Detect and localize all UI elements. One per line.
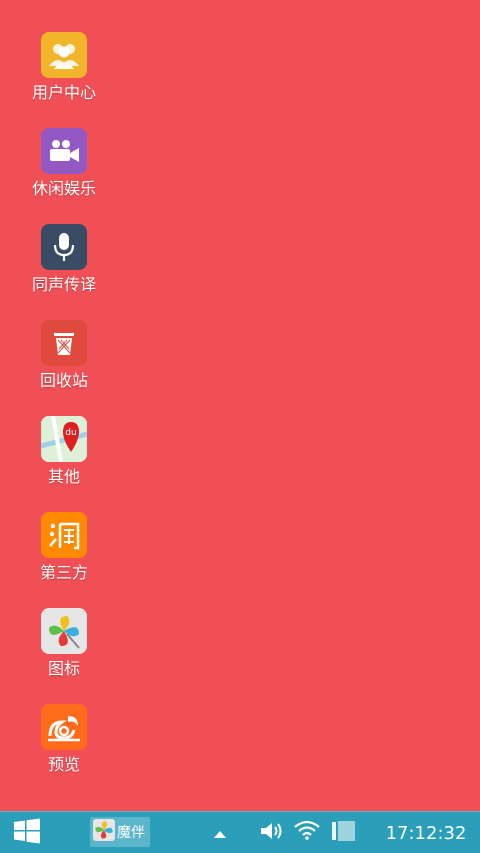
desktop-icon-leisure[interactable]: 休闲娱乐 — [16, 128, 112, 198]
desktop-icon-interpretation[interactable]: 同声传译 — [16, 224, 112, 294]
map-pin-icon: du — [41, 416, 87, 462]
trash-icon — [41, 320, 87, 366]
taskbar-clock[interactable]: 17:12:32 — [384, 821, 468, 845]
taobao-icon — [41, 512, 87, 558]
desktop-icon-preview[interactable]: 预览 — [16, 704, 112, 774]
chevron-up-icon — [214, 823, 226, 842]
desktop-icon-label: 用户中心 — [31, 83, 96, 102]
desktop-icon-icons[interactable]: 图标 — [16, 608, 112, 678]
desktop-icon-other[interactable]: du 其他 — [16, 416, 112, 486]
desktop: 用户中心 休闲娱乐 同声传译 回收站 du 其他 第三方 图标 预览 — [0, 0, 480, 811]
tray-expand-button[interactable] — [210, 822, 230, 842]
video-camera-icon — [41, 128, 87, 174]
wifi-icon — [294, 820, 320, 844]
desktop-icon-label: 其他 — [47, 467, 80, 486]
user-group-icon — [41, 32, 87, 78]
desktop-icon-label: 同声传译 — [31, 275, 96, 294]
taskbar-app-button[interactable]: 魔伴 — [90, 817, 150, 847]
desktop-icon-label: 图标 — [47, 659, 80, 678]
svg-text:du: du — [65, 428, 76, 438]
battery-icon — [331, 820, 357, 846]
desktop-icon-user-center[interactable]: 用户中心 — [16, 32, 112, 102]
start-button[interactable] — [12, 818, 42, 848]
uc-browser-icon — [41, 704, 87, 750]
desktop-icon-third-party[interactable]: 第三方 — [16, 512, 112, 582]
battery-button[interactable] — [330, 821, 358, 845]
wifi-button[interactable] — [294, 820, 320, 844]
desktop-icon-label: 回收站 — [39, 371, 88, 390]
pinwheel-icon — [41, 608, 87, 654]
volume-icon — [259, 821, 285, 845]
microphone-icon — [41, 224, 87, 270]
pinwheel-icon — [93, 819, 115, 845]
desktop-icon-recycle-bin[interactable]: 回收站 — [16, 320, 112, 390]
volume-button[interactable] — [258, 821, 286, 845]
taskbar: 魔伴 17:12:32 — [0, 811, 480, 853]
taskbar-app-label: 魔伴 — [117, 825, 145, 841]
desktop-icon-label: 第三方 — [39, 563, 88, 582]
desktop-icon-label: 休闲娱乐 — [31, 179, 96, 198]
windows-start-icon — [13, 818, 41, 848]
desktop-icon-label: 预览 — [47, 755, 80, 774]
